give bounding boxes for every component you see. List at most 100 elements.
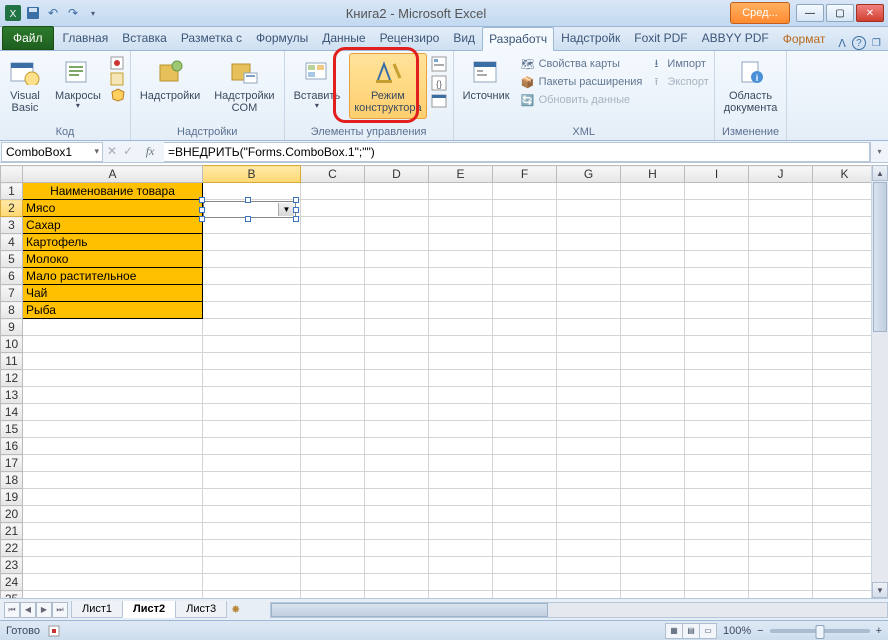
cell[interactable] <box>557 234 621 251</box>
cell[interactable] <box>685 455 749 472</box>
cell[interactable] <box>749 404 813 421</box>
cell[interactable] <box>621 319 685 336</box>
cell[interactable] <box>749 574 813 591</box>
cell[interactable] <box>621 217 685 234</box>
cell[interactable] <box>813 302 877 319</box>
tab-Рецензиро[interactable]: Рецензиро <box>373 26 447 50</box>
col-header-K[interactable]: K <box>813 166 877 183</box>
row-header[interactable]: 10 <box>1 336 23 353</box>
cell[interactable]: Мало растительное <box>23 268 203 285</box>
cell[interactable] <box>301 370 365 387</box>
col-header-J[interactable]: J <box>749 166 813 183</box>
cell[interactable] <box>429 438 493 455</box>
row-header[interactable]: 24 <box>1 574 23 591</box>
cell[interactable] <box>557 557 621 574</box>
col-header-C[interactable]: C <box>301 166 365 183</box>
cell[interactable] <box>493 217 557 234</box>
cell[interactable] <box>813 251 877 268</box>
cell[interactable] <box>493 268 557 285</box>
cell[interactable] <box>557 506 621 523</box>
cell[interactable] <box>813 574 877 591</box>
cell[interactable] <box>23 438 203 455</box>
cell[interactable] <box>203 489 301 506</box>
cell[interactable] <box>557 353 621 370</box>
cell[interactable] <box>365 302 429 319</box>
cell[interactable] <box>365 506 429 523</box>
cell[interactable] <box>203 251 301 268</box>
cell[interactable] <box>203 540 301 557</box>
cell[interactable] <box>493 285 557 302</box>
save-icon[interactable] <box>24 4 42 22</box>
cell[interactable] <box>365 183 429 200</box>
cell[interactable] <box>493 251 557 268</box>
help-icon[interactable]: ? <box>852 36 866 50</box>
cell[interactable] <box>23 591 203 599</box>
cell[interactable] <box>301 319 365 336</box>
cell[interactable] <box>813 557 877 574</box>
cell[interactable] <box>557 489 621 506</box>
cell[interactable] <box>749 370 813 387</box>
cell[interactable] <box>749 387 813 404</box>
cell[interactable] <box>301 523 365 540</box>
cell[interactable] <box>813 489 877 506</box>
cell[interactable] <box>557 200 621 217</box>
cell[interactable] <box>557 438 621 455</box>
cell[interactable]: Мясо <box>23 200 203 217</box>
cell[interactable] <box>621 574 685 591</box>
redo-icon[interactable]: ↷ <box>64 4 82 22</box>
cell[interactable] <box>685 506 749 523</box>
maximize-button[interactable]: ▢ <box>826 4 854 22</box>
col-header-F[interactable]: F <box>493 166 557 183</box>
cell[interactable] <box>749 302 813 319</box>
cell[interactable] <box>749 540 813 557</box>
cell[interactable] <box>203 336 301 353</box>
cell[interactable] <box>493 200 557 217</box>
cell[interactable] <box>365 557 429 574</box>
com-addins-button[interactable]: Надстройки COM <box>209 53 279 119</box>
cell[interactable] <box>203 455 301 472</box>
cell[interactable] <box>749 353 813 370</box>
vertical-scrollbar[interactable]: ▲ ▼ <box>871 165 888 598</box>
cell[interactable] <box>365 336 429 353</box>
cell[interactable] <box>23 523 203 540</box>
row-header[interactable]: 18 <box>1 472 23 489</box>
macro-record-status-icon[interactable] <box>48 625 62 637</box>
cell[interactable] <box>301 268 365 285</box>
cell[interactable] <box>301 438 365 455</box>
cell[interactable] <box>203 319 301 336</box>
cell[interactable] <box>365 540 429 557</box>
cell[interactable] <box>23 506 203 523</box>
xml-expansion-packs[interactable]: 📦Пакеты расширения <box>519 73 644 91</box>
cell[interactable] <box>493 404 557 421</box>
cell[interactable] <box>621 591 685 599</box>
cell[interactable] <box>749 217 813 234</box>
sheet-tab-Лист3[interactable]: Лист3 <box>175 601 227 618</box>
sheet-nav-first[interactable]: ⏮ <box>4 602 20 618</box>
cell[interactable] <box>749 472 813 489</box>
cell[interactable] <box>365 591 429 599</box>
cell[interactable] <box>749 319 813 336</box>
cell[interactable] <box>813 387 877 404</box>
cell[interactable] <box>557 574 621 591</box>
cell[interactable] <box>557 472 621 489</box>
row-header[interactable]: 17 <box>1 455 23 472</box>
row-header[interactable]: 25 <box>1 591 23 599</box>
cell[interactable] <box>365 387 429 404</box>
cell[interactable] <box>365 319 429 336</box>
cell[interactable] <box>621 387 685 404</box>
zoom-in[interactable]: + <box>876 625 882 637</box>
cell[interactable] <box>365 234 429 251</box>
cell[interactable] <box>23 404 203 421</box>
cell[interactable] <box>493 489 557 506</box>
cell[interactable] <box>301 336 365 353</box>
cell[interactable] <box>203 302 301 319</box>
cell[interactable]: Наименование товара <box>23 183 203 200</box>
cell[interactable] <box>813 540 877 557</box>
cell[interactable] <box>621 455 685 472</box>
cell[interactable] <box>365 217 429 234</box>
cell[interactable] <box>365 523 429 540</box>
cell[interactable] <box>621 523 685 540</box>
visual-basic-button[interactable]: Visual Basic <box>4 53 46 119</box>
cell[interactable] <box>493 574 557 591</box>
cell[interactable] <box>365 455 429 472</box>
